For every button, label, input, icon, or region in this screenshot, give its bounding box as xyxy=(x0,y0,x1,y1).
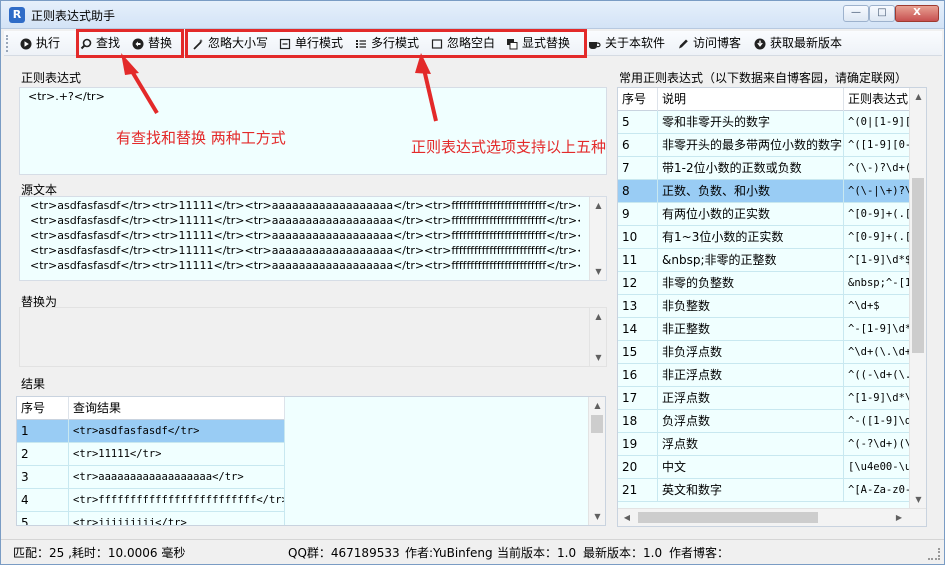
annotation-arrows xyxy=(121,53,438,122)
annotation-options: 正则表达式选项支持以上五种 xyxy=(411,138,607,156)
arrow-head-options xyxy=(415,53,431,74)
status-current-version: 当前版本：1.0 xyxy=(497,546,577,560)
arrow-head-find-replace xyxy=(121,53,139,75)
status-bar: 匹配：25 ,耗时：10.0006 毫秒 QQ群：467189533 作者:Yu… xyxy=(1,539,944,564)
status-author: 作者:YuBinfeng xyxy=(405,546,493,560)
annotation-find-replace: 有查找和替换 两种工方式 xyxy=(116,129,286,147)
main-window: R 正则表达式助手 — □ X 执行 查找 替换 忽略大小写 单行模式 多行模式… xyxy=(0,0,945,565)
status-latest-version: 最新版本：1.0 xyxy=(583,546,663,560)
status-author-blog[interactable]: 作者博客： xyxy=(669,544,729,561)
resize-grip[interactable] xyxy=(928,548,940,560)
status-qq-group: QQ群：467189533 xyxy=(288,546,400,560)
status-match-info: 匹配：25 ,耗时：10.0006 毫秒 xyxy=(13,546,186,560)
